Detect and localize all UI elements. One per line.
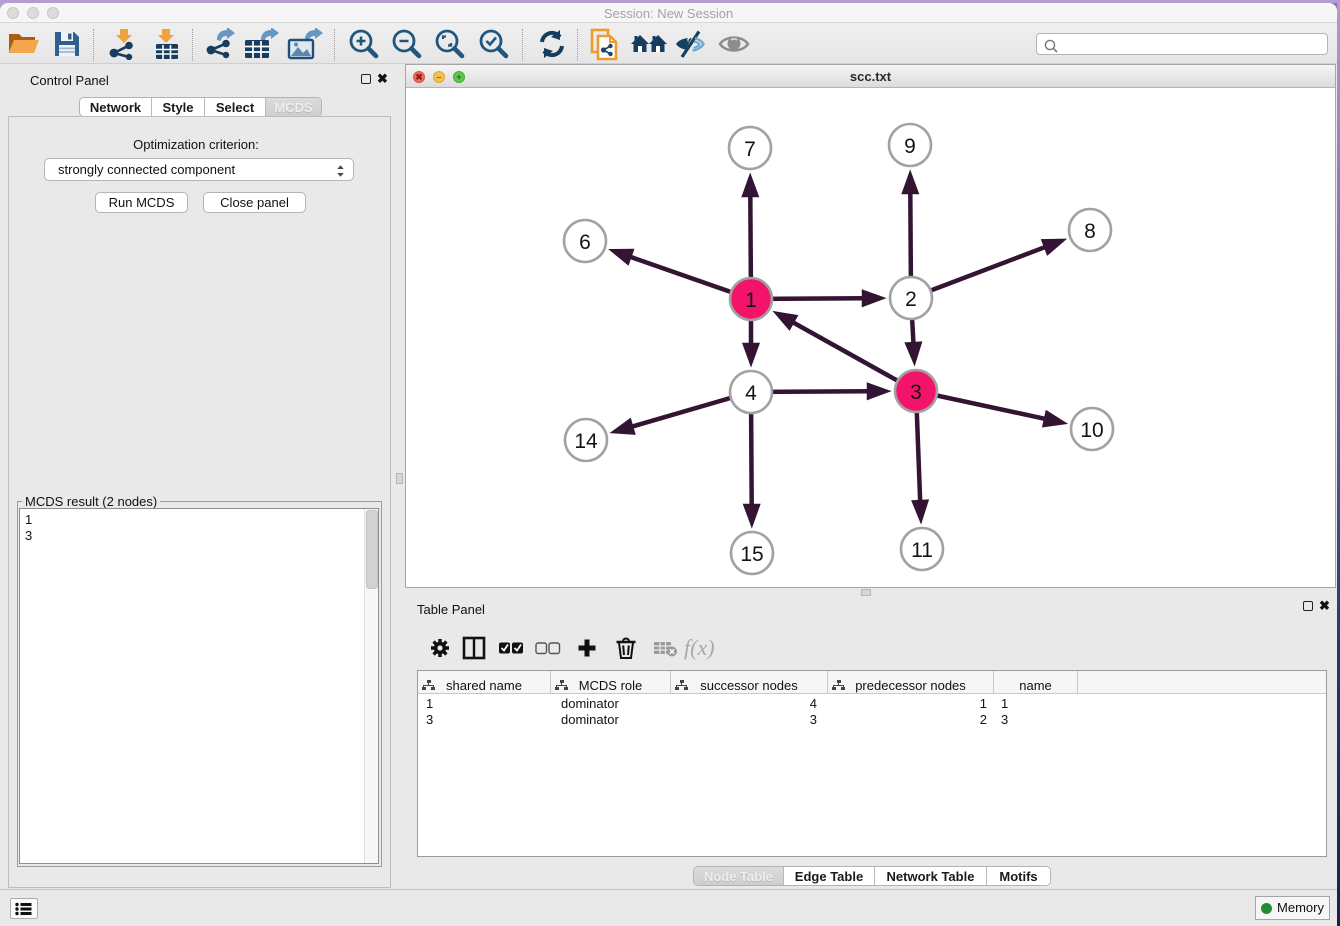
svg-text:4: 4 [745, 382, 757, 405]
svg-text:1: 1 [745, 289, 757, 312]
svg-text:15: 15 [740, 543, 763, 566]
svg-text:7: 7 [744, 138, 756, 161]
svg-text:6: 6 [579, 231, 591, 254]
svg-text:3: 3 [910, 381, 922, 404]
svg-text:8: 8 [1084, 220, 1096, 243]
svg-text:10: 10 [1080, 419, 1103, 442]
svg-text:14: 14 [574, 430, 598, 453]
svg-text:2: 2 [905, 288, 917, 311]
svg-text:f(x): f(x) [684, 635, 715, 660]
svg-text:9: 9 [904, 135, 916, 158]
svg-text:11: 11 [911, 539, 933, 562]
